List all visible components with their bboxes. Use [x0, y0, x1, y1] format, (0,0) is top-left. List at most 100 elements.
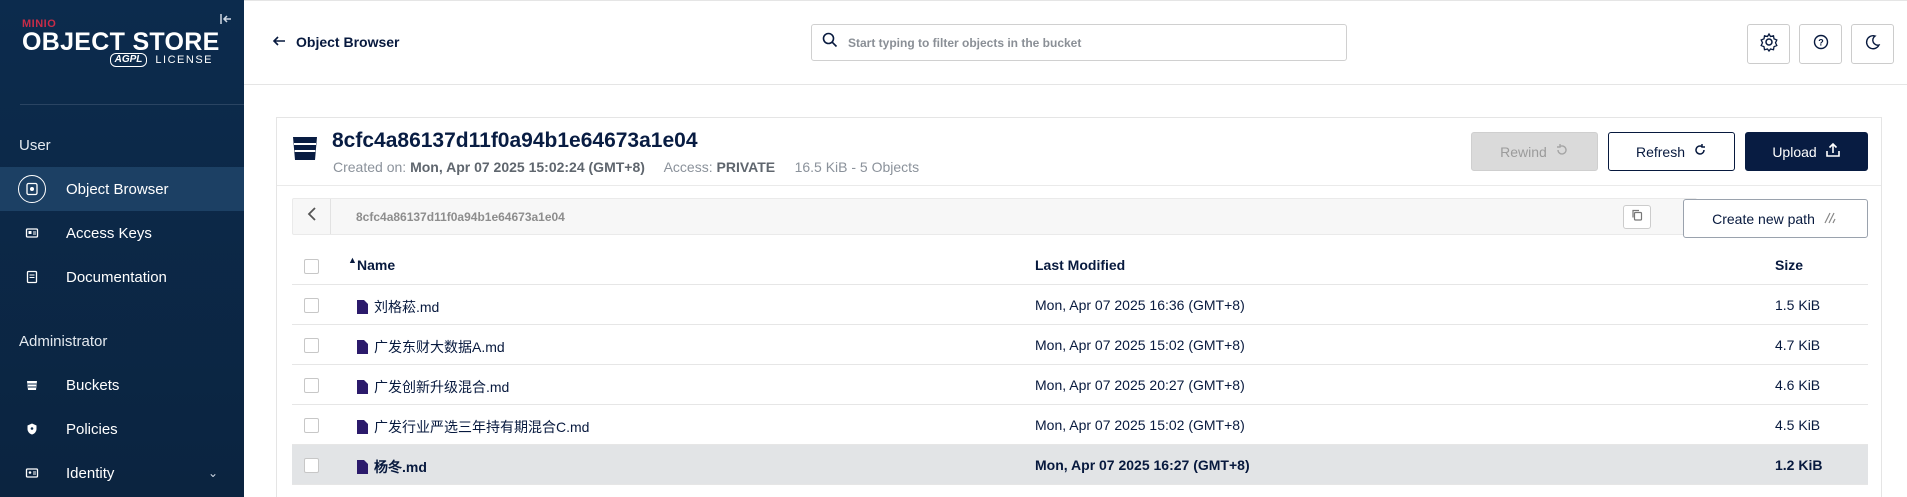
rewind-icon — [1555, 143, 1569, 160]
bucket-meta: Created on: Mon, Apr 07 2025 15:02:24 (G… — [333, 159, 919, 175]
moon-icon — [1865, 34, 1881, 55]
refresh-icon — [1693, 143, 1707, 160]
bucket-usage: 16.5 KiB - 5 Objects — [794, 159, 920, 175]
access-value: PRIVATE — [716, 159, 776, 175]
table-row[interactable]: 刘格菘.md Mon, Apr 07 2025 16:36 (GMT+8) 1.… — [292, 285, 1868, 325]
path-back-button[interactable] — [293, 199, 331, 234]
column-header-size[interactable]: Size — [1775, 257, 1803, 273]
path-text[interactable]: 8cfc4a86137d11f0a94b1e64673a1e04 — [356, 210, 565, 224]
sidebar-item-object-browser[interactable]: Object Browser — [0, 167, 244, 211]
sidebar-item-documentation[interactable]: Documentation — [0, 255, 244, 299]
object-size: 4.7 KiB — [1775, 337, 1821, 353]
sidebar-item-label: Documentation — [66, 268, 167, 286]
create-new-path-button[interactable]: Create new path — [1683, 199, 1868, 238]
created-label: Created on: — [333, 159, 407, 175]
new-path-icon — [1823, 211, 1839, 227]
object-browser-icon — [18, 175, 46, 203]
object-last-modified: Mon, Apr 07 2025 15:02 (GMT+8) — [1035, 417, 1245, 433]
object-name: 刘格菘.md — [374, 299, 440, 315]
panel-divider — [277, 185, 1881, 186]
logo-license-badge: AGPL — [109, 53, 148, 67]
file-icon — [357, 460, 368, 474]
select-all-checkbox[interactable] — [304, 259, 319, 274]
sidebar-divider — [20, 104, 244, 105]
refresh-label: Refresh — [1635, 143, 1686, 160]
copy-path-button[interactable] — [1623, 205, 1651, 229]
sidebar-item-label: Buckets — [66, 376, 120, 394]
help-icon: ? — [1813, 34, 1829, 55]
row-checkbox[interactable] — [304, 378, 319, 393]
object-size: 1.5 KiB — [1775, 297, 1821, 313]
sidebar: MINIO OBJECT STORE AGPL LICENSE User Obj… — [0, 0, 244, 497]
row-checkbox[interactable] — [304, 458, 319, 473]
table-row[interactable]: 广发行业严选三年持有期混合C.md Mon, Apr 07 2025 15:02… — [292, 405, 1868, 445]
bucket-name: 8cfc4a86137d11f0a94b1e64673a1e04 — [332, 129, 698, 152]
documentation-icon — [18, 263, 46, 291]
table-row-selected[interactable]: 杨冬.md Mon, Apr 07 2025 16:27 (GMT+8) 1.2… — [292, 445, 1868, 485]
minio-logo[interactable]: MINIO OBJECT STORE AGPL LICENSE — [22, 18, 222, 67]
buckets-icon — [18, 371, 46, 399]
back-label: Object Browser — [296, 34, 400, 50]
bucket-panel: 8cfc4a86137d11f0a94b1e64673a1e04 Created… — [276, 117, 1882, 497]
search-icon — [822, 32, 838, 53]
access-label: Access: — [663, 159, 713, 175]
file-icon — [357, 420, 368, 434]
object-name-cell: 广发东财大数据A.md — [357, 337, 505, 357]
file-icon — [357, 340, 368, 354]
collapse-sidebar-icon[interactable] — [219, 12, 233, 29]
sidebar-item-label: Identity — [66, 464, 115, 482]
topbar: Object Browser ? — [244, 0, 1907, 85]
row-checkbox[interactable] — [304, 298, 319, 313]
sidebar-section-user: User — [19, 137, 51, 154]
column-header-last-modified[interactable]: Last Modified — [1035, 257, 1125, 273]
object-last-modified: Mon, Apr 07 2025 16:27 (GMT+8) — [1035, 457, 1250, 473]
upload-label: Upload — [1772, 143, 1817, 160]
table-row[interactable]: 广发创新升级混合.md Mon, Apr 07 2025 20:27 (GMT+… — [292, 365, 1868, 405]
policies-icon — [18, 415, 46, 443]
object-name-cell: 刘格菘.md — [357, 297, 439, 317]
object-size: 4.5 KiB — [1775, 417, 1821, 433]
table-row[interactable]: 广发东财大数据A.md Mon, Apr 07 2025 15:02 (GMT+… — [292, 325, 1868, 365]
sidebar-section-administrator: Administrator — [19, 333, 108, 350]
row-checkbox[interactable] — [304, 418, 319, 433]
sidebar-item-access-keys[interactable]: Access Keys — [0, 211, 244, 255]
svg-text:?: ? — [1818, 37, 1824, 47]
settings-button[interactable] — [1747, 24, 1790, 64]
logo-license-text: LICENSE — [155, 54, 213, 66]
sort-ascending-icon[interactable]: ▲ — [348, 255, 357, 265]
create-new-path-label: Create new path — [1712, 210, 1815, 227]
sidebar-item-label: Object Browser — [66, 180, 169, 198]
object-filter-search[interactable] — [811, 24, 1347, 61]
copy-icon — [1631, 208, 1643, 226]
sidebar-item-policies[interactable]: Policies — [0, 407, 244, 451]
help-button[interactable]: ? — [1799, 24, 1842, 64]
sidebar-item-identity[interactable]: Identity ⌄ — [0, 451, 244, 495]
upload-icon — [1825, 142, 1841, 161]
object-last-modified: Mon, Apr 07 2025 20:27 (GMT+8) — [1035, 377, 1245, 393]
arrow-left-icon — [272, 34, 286, 50]
logo-product: OBJECT STORE — [22, 28, 220, 56]
object-name-cell: 广发行业严选三年持有期混合C.md — [357, 417, 589, 437]
chevron-left-icon — [307, 206, 317, 227]
object-last-modified: Mon, Apr 07 2025 16:36 (GMT+8) — [1035, 297, 1245, 313]
object-name: 广发东财大数据A.md — [374, 339, 505, 355]
object-size: 4.6 KiB — [1775, 377, 1821, 393]
identity-icon — [18, 459, 46, 487]
object-name: 杨冬.md — [374, 459, 427, 475]
gear-icon — [1759, 32, 1779, 57]
sidebar-item-buckets[interactable]: Buckets — [0, 363, 244, 407]
dark-mode-button[interactable] — [1851, 24, 1894, 64]
column-header-name[interactable]: Name — [357, 257, 395, 273]
rewind-button[interactable]: Rewind — [1471, 132, 1598, 171]
back-to-object-browser[interactable]: Object Browser — [272, 34, 399, 50]
chevron-down-icon[interactable]: ⌄ — [208, 466, 218, 480]
file-icon — [357, 300, 368, 314]
bucket-icon — [289, 132, 321, 169]
row-checkbox[interactable] — [304, 338, 319, 353]
refresh-button[interactable]: Refresh — [1608, 132, 1735, 171]
object-name: 广发创新升级混合.md — [374, 379, 510, 395]
search-input[interactable] — [848, 35, 1328, 50]
object-size: 1.2 KiB — [1775, 457, 1823, 473]
upload-button[interactable]: Upload — [1745, 132, 1868, 171]
path-breadcrumb: 8cfc4a86137d11f0a94b1e64673a1e04 — [292, 198, 1697, 235]
